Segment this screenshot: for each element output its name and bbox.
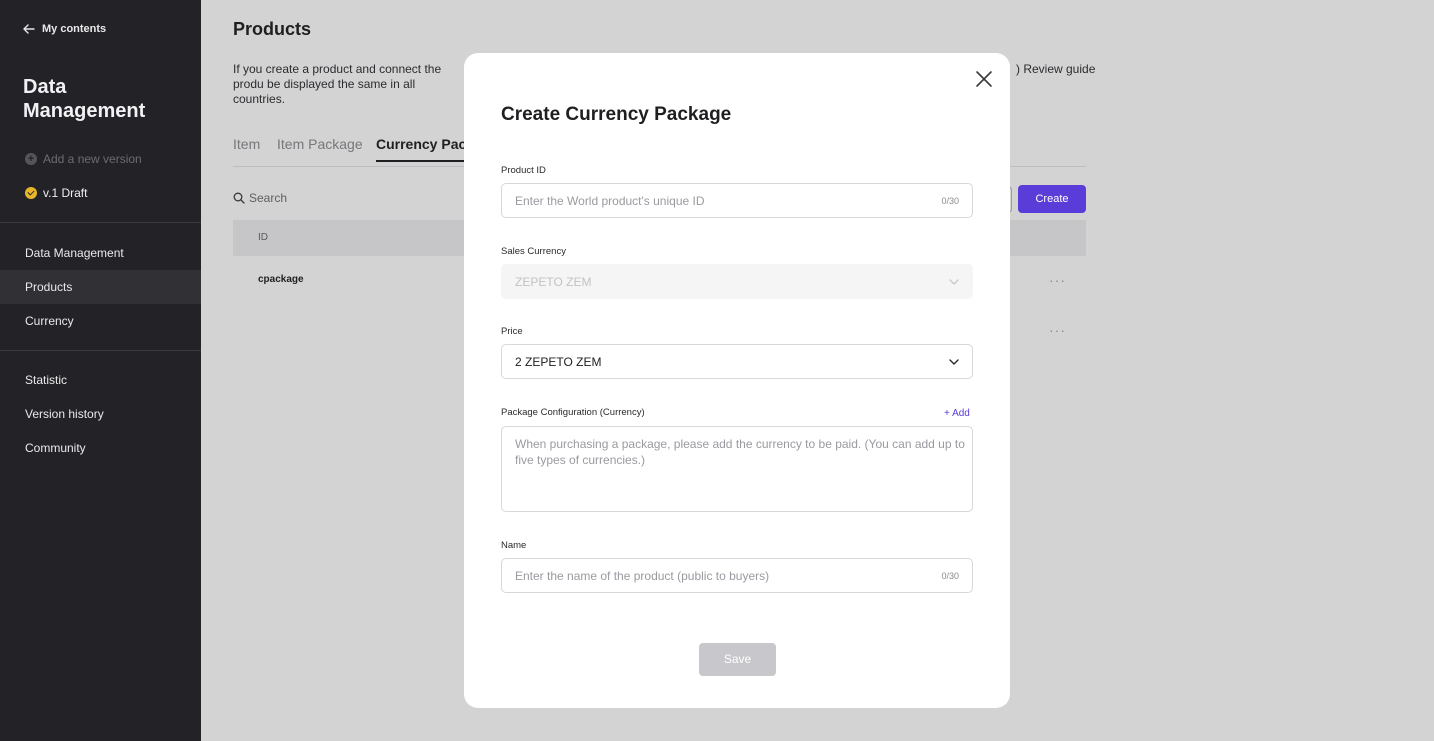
tab-item[interactable]: Item xyxy=(233,136,260,160)
add-currency-button[interactable]: + Add xyxy=(944,408,970,419)
chevron-down-icon xyxy=(949,279,959,285)
product-id-placeholder: Enter the World product's unique ID xyxy=(515,194,705,208)
create-currency-package-modal: Create Currency Package Product ID Enter… xyxy=(464,53,1010,708)
version-draft-item[interactable]: v.1 Draft xyxy=(25,186,87,200)
close-icon[interactable] xyxy=(974,69,994,89)
tab-currency-package[interactable]: Currency Pack xyxy=(376,136,475,162)
back-link-label: My contents xyxy=(42,23,107,35)
plus-circle-icon: + xyxy=(25,153,37,165)
sales-currency-label: Sales Currency xyxy=(501,246,566,257)
sidebar-title: Data Management xyxy=(23,76,146,122)
package-config-label: Package Configuration (Currency) xyxy=(501,407,645,418)
product-id-label: Product ID xyxy=(501,165,546,176)
product-id-counter: 0/30 xyxy=(941,196,959,206)
sidebar: My contents Data Management + Add a new … xyxy=(0,0,201,741)
check-circle-icon xyxy=(25,187,37,199)
search-placeholder: Search xyxy=(249,191,288,205)
back-to-my-contents-link[interactable]: My contents xyxy=(22,22,106,36)
sidebar-item-statistic[interactable]: Statistic xyxy=(0,363,201,397)
draft-label: v.1 Draft xyxy=(43,186,88,200)
sidebar-item-currency[interactable]: Currency xyxy=(0,304,201,338)
sales-currency-select: ZEPETO ZEM xyxy=(501,264,973,299)
name-input[interactable]: Enter the name of the product (public to… xyxy=(501,558,973,593)
arrow-left-icon xyxy=(23,24,35,34)
sales-currency-value: ZEPETO ZEM xyxy=(515,275,592,289)
search-icon xyxy=(233,192,245,204)
modal-title: Create Currency Package xyxy=(501,104,732,125)
sidebar-item-data-management[interactable]: Data Management xyxy=(0,236,201,270)
page-description: If you create a product and connect the … xyxy=(233,62,442,106)
tab-item-package[interactable]: Item Package xyxy=(277,136,363,160)
more-options-icon[interactable]: ··· xyxy=(1049,272,1066,288)
review-guide-link[interactable]: ) Review guide xyxy=(1016,62,1095,77)
add-version-button[interactable]: + Add a new version xyxy=(25,152,142,166)
create-button[interactable]: Create xyxy=(1018,185,1086,213)
add-version-label: Add a new version xyxy=(43,152,142,166)
chevron-down-icon xyxy=(949,359,959,365)
save-button[interactable]: Save xyxy=(699,643,776,676)
sidebar-item-products[interactable]: Products xyxy=(0,270,201,304)
sidebar-divider xyxy=(0,222,201,223)
sidebar-divider xyxy=(0,350,201,351)
more-options-icon[interactable]: ··· xyxy=(1049,322,1066,338)
name-label: Name xyxy=(501,540,527,551)
sidebar-item-community[interactable]: Community xyxy=(0,431,201,465)
price-value: 2 ZEPETO ZEM xyxy=(515,355,602,369)
package-config-placeholder: When purchasing a package, please add th… xyxy=(515,437,965,467)
page-title: Products xyxy=(233,19,312,39)
column-header-id: ID xyxy=(258,232,268,243)
name-counter: 0/30 xyxy=(941,571,959,581)
sidebar-item-version-history[interactable]: Version history xyxy=(0,397,201,431)
name-placeholder: Enter the name of the product (public to… xyxy=(515,569,770,583)
package-config-field[interactable]: When purchasing a package, please add th… xyxy=(501,426,973,512)
product-id-input[interactable]: Enter the World product's unique ID 0/30 xyxy=(501,183,973,218)
table-row-id: cpackage xyxy=(258,274,304,285)
price-label: Price xyxy=(501,326,523,337)
search-input[interactable]: Search xyxy=(233,191,287,205)
price-select[interactable]: 2 ZEPETO ZEM xyxy=(501,344,973,379)
